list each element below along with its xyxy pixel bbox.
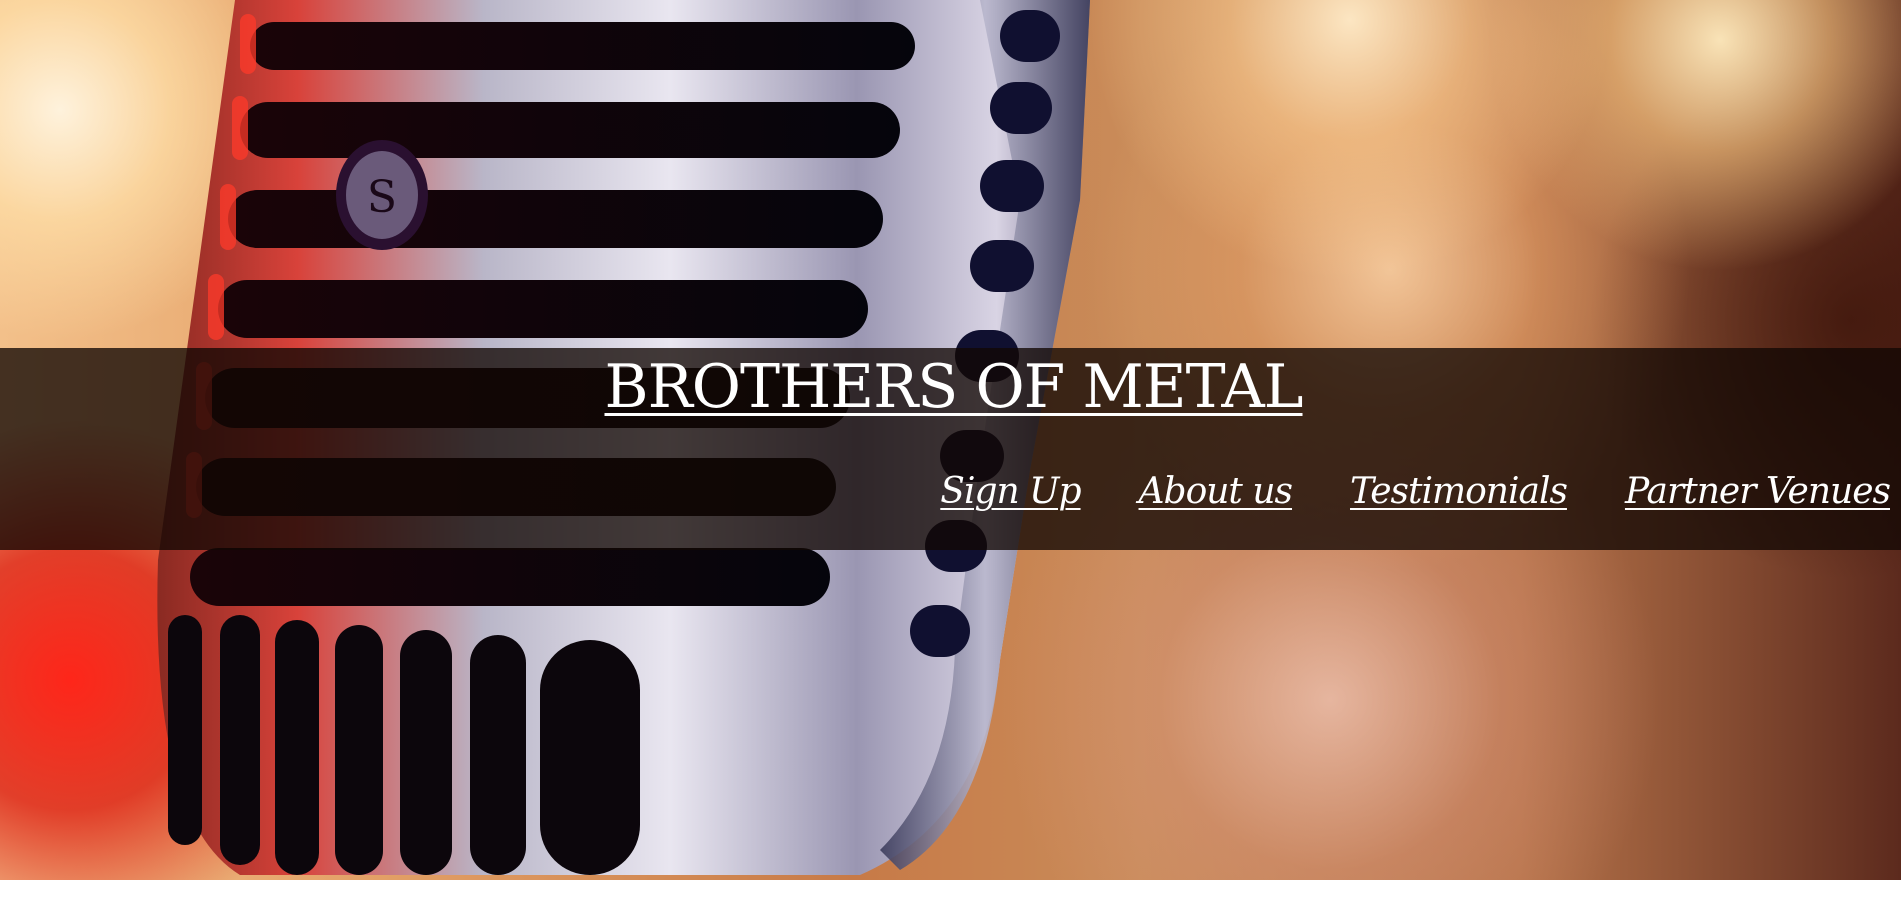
site-title: BROTHERS OF METAL xyxy=(0,352,1901,422)
main-nav: Sign Up About us Testimonials Partner Ve… xyxy=(940,471,1891,512)
nav-testimonials-link[interactable]: Testimonials xyxy=(1350,471,1568,512)
nav-about-us-link[interactable]: About us xyxy=(1139,471,1293,512)
site-title-link[interactable]: BROTHERS OF METAL xyxy=(605,352,1304,422)
svg-text:S: S xyxy=(367,172,397,223)
page: S BROTHERS OF METAL Sign Up About us Tes… xyxy=(0,0,1901,909)
nav-sign-up-link[interactable]: Sign Up xyxy=(940,471,1081,512)
nav-partner-venues-link[interactable]: Partner Venues xyxy=(1625,471,1891,512)
